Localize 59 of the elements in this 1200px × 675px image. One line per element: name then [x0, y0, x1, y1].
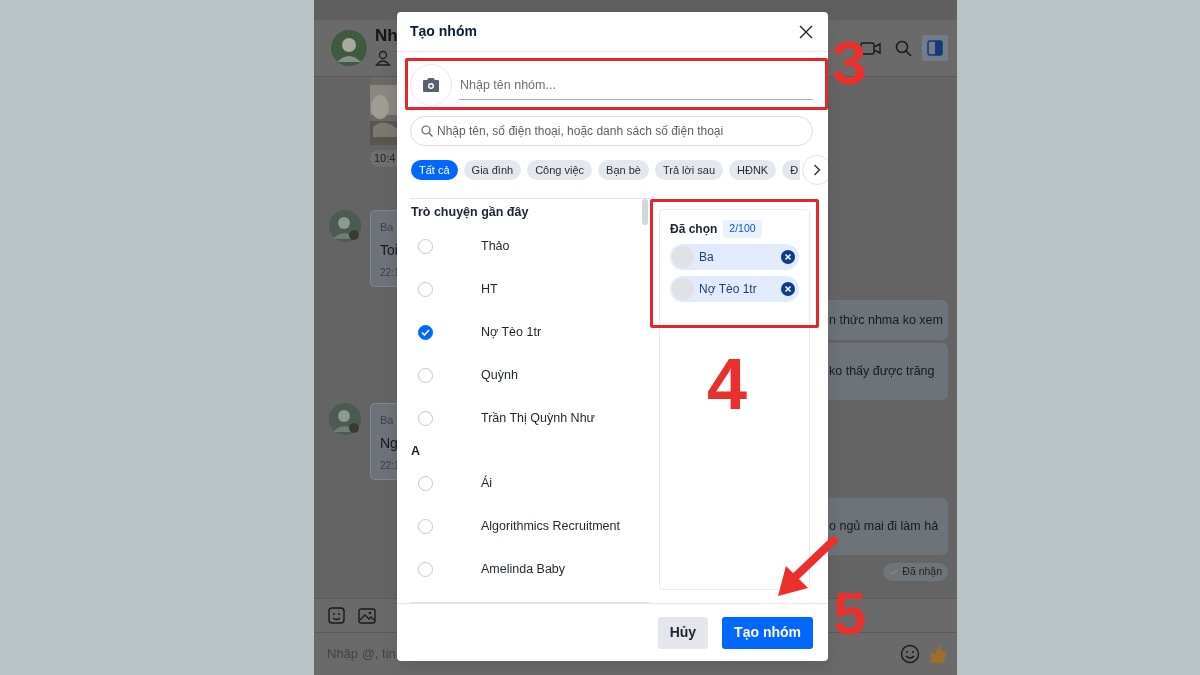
chevron-right-icon: [813, 164, 822, 176]
filter-tab[interactable]: Trả lời sau: [654, 160, 723, 180]
step-number: 5: [833, 584, 867, 644]
check-icon: [421, 329, 430, 336]
sticker-icon[interactable]: [328, 607, 345, 624]
message-text: ko thấy được trăng: [829, 363, 935, 381]
search-icon: [421, 125, 433, 137]
filter-tab[interactable]: Tất cả: [411, 160, 458, 180]
member-name: Ba: [699, 249, 715, 266]
contact-name: Amelinda Baby: [481, 561, 566, 579]
contact-name: Quỳnh: [481, 367, 518, 385]
scrollbar-thumb[interactable]: [642, 199, 648, 225]
filter-tab[interactable]: Bạn bè: [598, 160, 649, 180]
image-icon[interactable]: [358, 607, 376, 624]
avatar-icon: [329, 210, 361, 242]
avatar-icon: [672, 278, 694, 300]
contact-name: Ái: [481, 474, 493, 493]
avatar-icon: [331, 30, 367, 66]
time-label: 10:4: [370, 150, 397, 167]
message-text: o ngủ mai đi làm hả: [829, 518, 939, 536]
contact-name: HT: [481, 281, 498, 299]
status-text: Đã nhận: [902, 564, 942, 580]
contact-name: Thảo: [481, 238, 510, 256]
message-text: Ng: [380, 433, 397, 453]
sidebar-toggle-icon[interactable]: [927, 40, 943, 56]
dialog-title: Tạo nhóm: [410, 22, 477, 41]
step-number: 3: [832, 32, 867, 94]
search-field[interactable]: Nhập tên, số điện thoại, hoặc danh sách số điện thoại: [410, 116, 813, 146]
panel-title: Đã chọn: [670, 221, 718, 238]
section-header: Trò chuyện gần đây: [410, 203, 530, 221]
contact-name: Algorithmics Recruitment: [481, 518, 620, 536]
cancel-button[interactable]: Hủy: [657, 616, 709, 649]
contact-name: Nh: [375, 26, 398, 46]
camera-icon: [422, 77, 440, 93]
avatar-upload-button[interactable]: [410, 64, 452, 106]
filter-tab[interactable]: Công việc: [527, 160, 593, 180]
avatar-icon: [672, 246, 694, 268]
contact-name: Trần Thị Quỳnh Như: [481, 410, 595, 428]
section-header: A: [410, 442, 422, 460]
contact-name: Nợ Tèo 1tr: [481, 324, 542, 342]
message-text: n thức nhma ko xem: [829, 311, 943, 329]
emoji-icon[interactable]: [900, 644, 920, 664]
thumbs-up-icon[interactable]: [929, 644, 947, 664]
close-icon: [799, 24, 813, 39]
person-icon[interactable]: [375, 50, 391, 67]
filter-tab[interactable]: HĐNK: [729, 160, 777, 180]
member-name: Nợ Tèo 1tr: [699, 281, 758, 298]
next-button[interactable]: [802, 155, 828, 185]
contact-checkbox[interactable]: [418, 325, 433, 340]
filter-tab[interactable]: Đ: [782, 160, 801, 180]
search-icon[interactable]: [894, 39, 912, 57]
message-text: Toi: [380, 240, 397, 260]
count-badge: 2/100: [723, 220, 762, 238]
step-number: 4: [707, 348, 748, 420]
create-group-button[interactable]: Tạo nhóm: [722, 616, 813, 649]
remove-button[interactable]: [781, 282, 795, 296]
avatar-icon: [329, 403, 361, 435]
filter-tab[interactable]: Gia đình: [463, 160, 522, 180]
remove-button[interactable]: [781, 250, 795, 264]
